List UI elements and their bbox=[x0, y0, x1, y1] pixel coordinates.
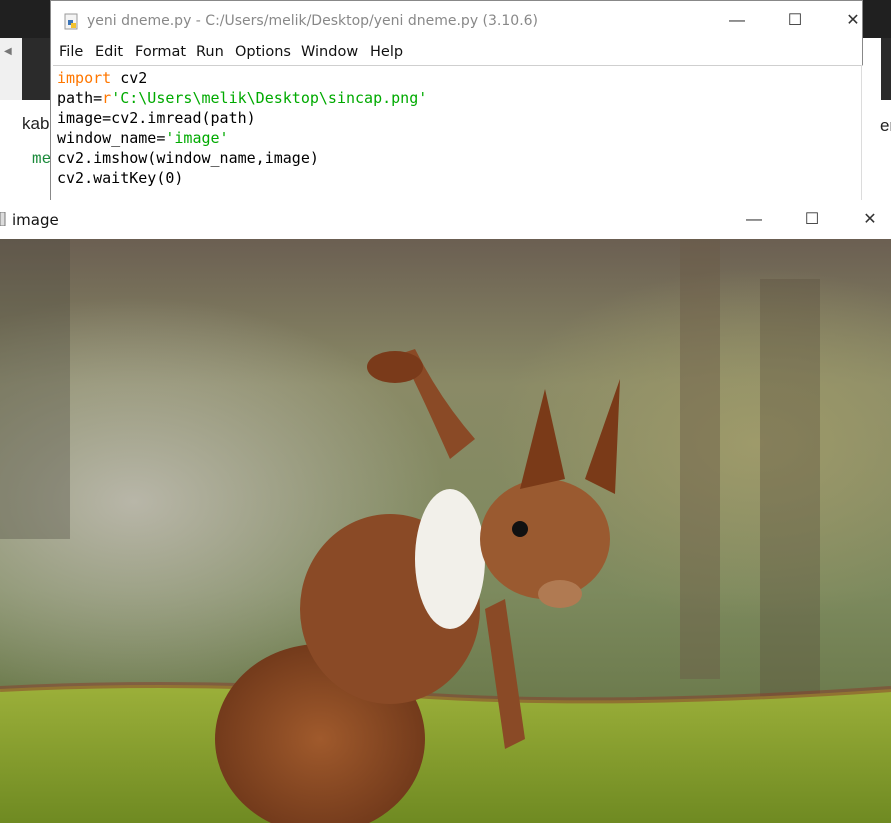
background-text: er bbox=[880, 116, 891, 135]
background-left-panel bbox=[22, 38, 50, 100]
code-token: window_name= bbox=[57, 129, 166, 147]
minimize-icon: — bbox=[746, 211, 762, 228]
image-canvas[interactable] bbox=[0, 239, 891, 823]
minimize-button[interactable]: — bbox=[708, 1, 766, 41]
close-icon: ✕ bbox=[863, 211, 877, 228]
menu-run[interactable]: Run bbox=[196, 44, 224, 60]
squirrel-photo bbox=[0, 239, 891, 823]
code-line: window_name='image' bbox=[57, 128, 229, 148]
maximize-button[interactable]: ☐ bbox=[766, 1, 824, 41]
image-window-titlebar[interactable]: image — ☐ ✕ bbox=[0, 200, 891, 239]
string-token: 'image' bbox=[165, 129, 229, 147]
code-line: cv2.waitKey(0) bbox=[57, 168, 183, 188]
close-icon: ✕ bbox=[846, 12, 860, 29]
window-title: yeni dneme.py - C:/Users/melik/Desktop/y… bbox=[87, 13, 539, 29]
idle-editor-window: yeni dneme.py - C:/Users/melik/Desktop/y… bbox=[50, 0, 863, 206]
code-line: path=r'C:\Users\melik\Desktop\sincap.png… bbox=[57, 88, 427, 108]
keyword-token: import bbox=[57, 69, 112, 87]
code-line: import cv2 bbox=[57, 68, 147, 88]
menu-help[interactable]: Help bbox=[370, 44, 403, 60]
idle-titlebar[interactable]: yeni dneme.py - C:/Users/melik/Desktop/y… bbox=[51, 1, 862, 41]
maximize-icon: ☐ bbox=[804, 211, 820, 228]
code-token: cv2 bbox=[111, 69, 148, 87]
menu-file[interactable]: File bbox=[59, 44, 83, 60]
minimize-icon: — bbox=[729, 12, 745, 29]
python-file-icon bbox=[64, 13, 78, 30]
string-token: 'C:\Users\melik\Desktop\sincap.png' bbox=[111, 89, 428, 107]
code-token: cv2.imshow(window_name,image) bbox=[57, 149, 319, 167]
image-window: image — ☐ ✕ bbox=[0, 200, 891, 823]
menu-window[interactable]: Window bbox=[301, 44, 358, 60]
menu-format[interactable]: Format bbox=[135, 44, 186, 60]
menu-bar: File Edit Format Run Options Window Help bbox=[51, 41, 862, 65]
code-token: image=cv2.imread(path) bbox=[57, 109, 256, 127]
code-line: cv2.imshow(window_name,image) bbox=[57, 148, 319, 168]
background-right-panel bbox=[881, 38, 891, 100]
maximize-icon: ☐ bbox=[787, 12, 803, 29]
scroll-left-arrow-icon[interactable]: ◀ bbox=[4, 46, 12, 57]
code-editor[interactable]: import cv2 path=r'C:\Users\melik\Desktop… bbox=[53, 65, 863, 206]
keyword-token: r bbox=[102, 89, 112, 107]
code-line: image=cv2.imread(path) bbox=[57, 108, 256, 128]
code-token: cv2.waitKey(0) bbox=[57, 169, 184, 187]
code-token: path= bbox=[57, 89, 103, 107]
close-button[interactable]: ✕ bbox=[824, 1, 882, 41]
image-window-title: image bbox=[12, 211, 59, 229]
window-icon bbox=[0, 212, 6, 226]
menu-edit[interactable]: Edit bbox=[95, 44, 123, 60]
background-text: kab bbox=[22, 114, 50, 133]
minimize-button[interactable]: — bbox=[725, 200, 783, 240]
maximize-button[interactable]: ☐ bbox=[783, 200, 841, 240]
background-text: me bbox=[32, 150, 52, 168]
menu-options[interactable]: Options bbox=[235, 44, 291, 60]
close-button[interactable]: ✕ bbox=[841, 200, 891, 240]
editor-scrollbar[interactable] bbox=[861, 65, 862, 205]
